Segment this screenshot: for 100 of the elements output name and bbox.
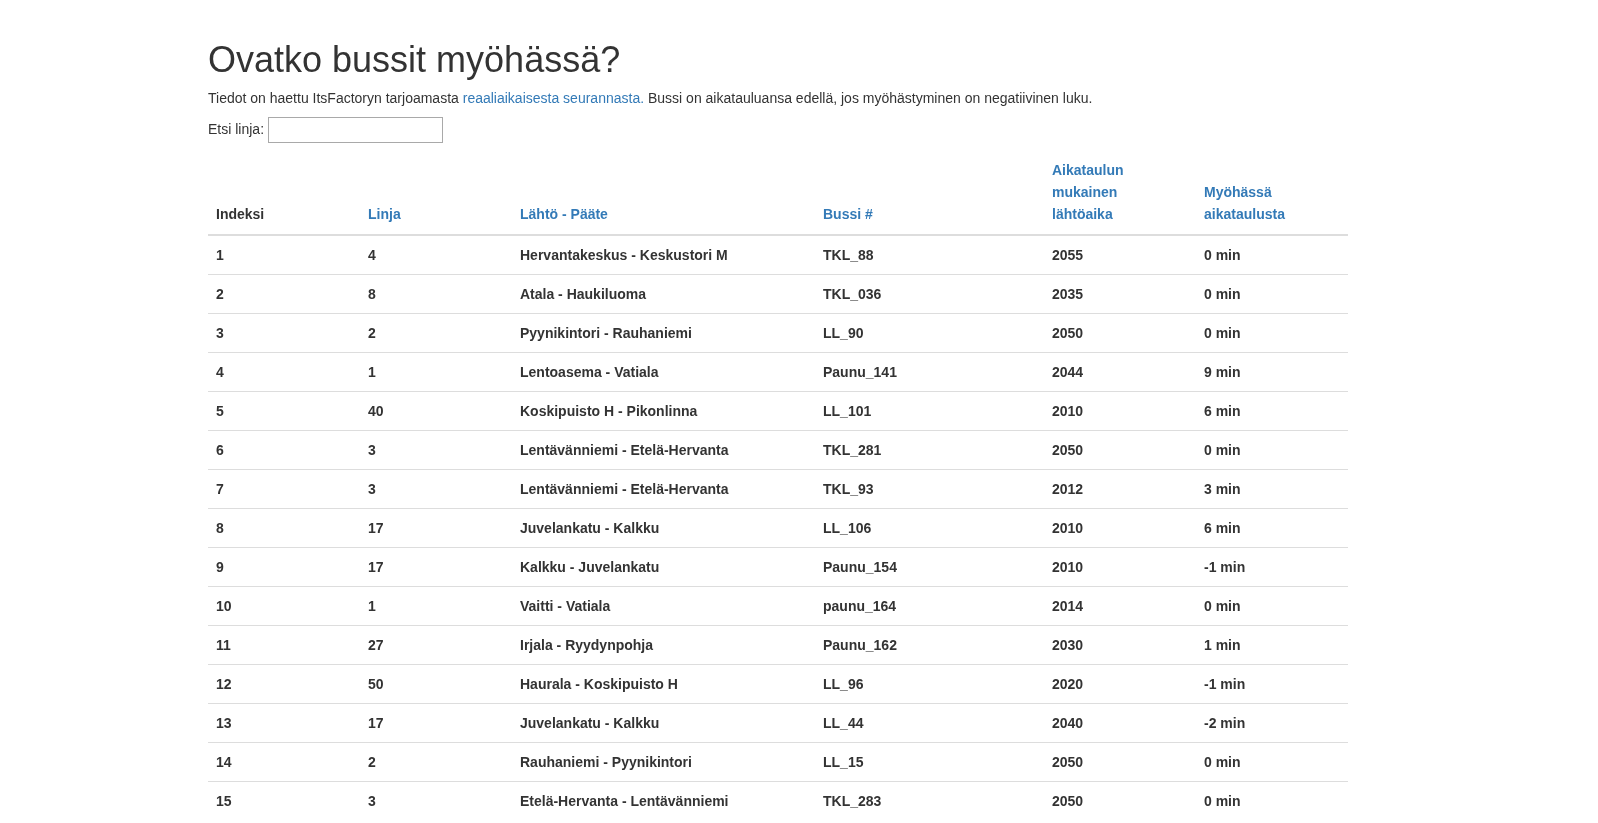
table-cell: Paunu_141 xyxy=(815,352,1044,392)
table-cell: Atala - Haukiluoma xyxy=(512,274,815,314)
table-cell: 14 xyxy=(208,742,360,782)
table-cell: 1 min xyxy=(1196,625,1348,665)
table-cell: 3 xyxy=(360,781,512,820)
table-cell: 2014 xyxy=(1044,586,1196,626)
table-cell: TKL_88 xyxy=(815,234,1044,275)
table-cell: TKL_281 xyxy=(815,430,1044,470)
table-cell: Lentävänniemi - Etelä-Hervanta xyxy=(512,469,815,509)
table-cell: TKL_93 xyxy=(815,469,1044,509)
table-cell: Kalkku - Juvelankatu xyxy=(512,547,815,587)
source-link[interactable]: reaaliaikaisesta seurannasta. xyxy=(462,89,645,106)
column-header: Indeksi xyxy=(208,150,360,235)
table-cell: 2050 xyxy=(1044,781,1196,820)
table-cell: Rauhaniemi - Pyynikintori xyxy=(512,742,815,782)
table-cell: 2 xyxy=(208,274,360,314)
column-header-link[interactable]: Lähtö - Pääte xyxy=(520,203,630,226)
table-cell: 4 xyxy=(208,352,360,392)
table-cell: 9 xyxy=(208,547,360,587)
table-cell: 2010 xyxy=(1044,508,1196,548)
table-cell: 3 xyxy=(360,430,512,470)
search-label: Etsi linja: xyxy=(208,120,265,140)
table-cell: 9 min xyxy=(1196,352,1348,392)
table-cell: 1 xyxy=(360,352,512,392)
table-cell: Irjala - Ryydynpohja xyxy=(512,625,815,665)
table-cell: LL_101 xyxy=(815,391,1044,431)
table-cell: -1 min xyxy=(1196,664,1348,704)
table-cell: 8 xyxy=(208,508,360,548)
table-cell: LL_90 xyxy=(815,313,1044,353)
table-cell: 27 xyxy=(360,625,512,665)
table-cell: 2020 xyxy=(1044,664,1196,704)
table-cell: Juvelankatu - Kalkku xyxy=(512,703,815,743)
table-cell: LL_106 xyxy=(815,508,1044,548)
table-cell: Koskipuisto H - Pikonlinna xyxy=(512,391,815,431)
table-cell: 0 min xyxy=(1196,742,1348,782)
table-cell: 2050 xyxy=(1044,430,1196,470)
table-cell: 2010 xyxy=(1044,391,1196,431)
table-cell: 3 xyxy=(360,469,512,509)
table-cell: -2 min xyxy=(1196,703,1348,743)
table-cell: 6 xyxy=(208,430,360,470)
table-cell: 13 xyxy=(208,703,360,743)
table-cell: Lentävänniemi - Etelä-Hervanta xyxy=(512,430,815,470)
table-cell: 7 xyxy=(208,469,360,509)
table-cell: 2 xyxy=(360,742,512,782)
table-cell: TKL_283 xyxy=(815,781,1044,820)
table-cell: Juvelankatu - Kalkku xyxy=(512,508,815,548)
table-cell: 2010 xyxy=(1044,547,1196,587)
table-cell: 0 min xyxy=(1196,274,1348,314)
table-cell: 2012 xyxy=(1044,469,1196,509)
page-title: Ovatko bussit myöhässä? xyxy=(208,40,622,80)
table-cell: Etelä-Hervanta - Lentävänniemi xyxy=(512,781,815,820)
table-cell: 2 xyxy=(360,313,512,353)
table-cell: 1 xyxy=(208,234,360,275)
table-cell: Pyynikintori - Rauhaniemi xyxy=(512,313,815,353)
table-cell: TKL_036 xyxy=(815,274,1044,314)
table-cell: Hervantakeskus - Keskustori M xyxy=(512,234,815,275)
table-cell: LL_15 xyxy=(815,742,1044,782)
table-cell: 40 xyxy=(360,391,512,431)
table-cell: 15 xyxy=(208,781,360,820)
table-cell: -1 min xyxy=(1196,547,1348,587)
table-cell: 2035 xyxy=(1044,274,1196,314)
table-cell: 17 xyxy=(360,508,512,548)
table-cell: 2030 xyxy=(1044,625,1196,665)
table-cell: Paunu_154 xyxy=(815,547,1044,587)
table-cell: LL_96 xyxy=(815,664,1044,704)
table-cell: 5 xyxy=(208,391,360,431)
search-field[interactable] xyxy=(268,116,444,143)
table-cell: 17 xyxy=(360,703,512,743)
table-cell: 3 xyxy=(208,313,360,353)
table-cell: 2040 xyxy=(1044,703,1196,743)
table-cell: Vaitti - Vatiala xyxy=(512,586,815,626)
column-header-link[interactable]: Myöhässä aikataulusta xyxy=(1204,181,1314,226)
table-cell: 2044 xyxy=(1044,352,1196,392)
table-cell: 0 min xyxy=(1196,430,1348,470)
table-cell: paunu_164 xyxy=(815,586,1044,626)
table-cell: 12 xyxy=(208,664,360,704)
table-cell: Haurala - Koskipuisto H xyxy=(512,664,815,704)
table-cell: 1 xyxy=(360,586,512,626)
table-cell: 0 min xyxy=(1196,586,1348,626)
table-cell: 17 xyxy=(360,547,512,587)
table-cell: 8 xyxy=(360,274,512,314)
table-cell: 50 xyxy=(360,664,512,704)
column-header-link[interactable]: Bussi # xyxy=(823,203,933,226)
table-cell: Paunu_162 xyxy=(815,625,1044,665)
table-cell: 0 min xyxy=(1196,234,1348,275)
table-cell: 2055 xyxy=(1044,234,1196,275)
table-cell: 0 min xyxy=(1196,313,1348,353)
intro-text: Tiedot on haettu ItsFactoryn tarjoamasta reaaliaikaisesta seurannasta. Bussi on aikatauluansa edellä, jos myöhästyminen on negatiivinen luku. xyxy=(208,88,1094,108)
table-cell: 6 min xyxy=(1196,508,1348,548)
column-header-link[interactable]: Aikataulun mukainen lähtöaika xyxy=(1052,158,1162,226)
table-cell: 6 min xyxy=(1196,391,1348,431)
table-cell: 4 xyxy=(360,234,512,275)
table-cell: 3 min xyxy=(1196,469,1348,509)
table-cell: 2050 xyxy=(1044,313,1196,353)
column-header-link[interactable]: Linja xyxy=(368,203,478,226)
table-cell: 11 xyxy=(208,625,360,665)
table-cell: 2050 xyxy=(1044,742,1196,782)
table-cell: Lentoasema - Vatiala xyxy=(512,352,815,392)
table-cell: LL_44 xyxy=(815,703,1044,743)
table-cell: 0 min xyxy=(1196,781,1348,820)
